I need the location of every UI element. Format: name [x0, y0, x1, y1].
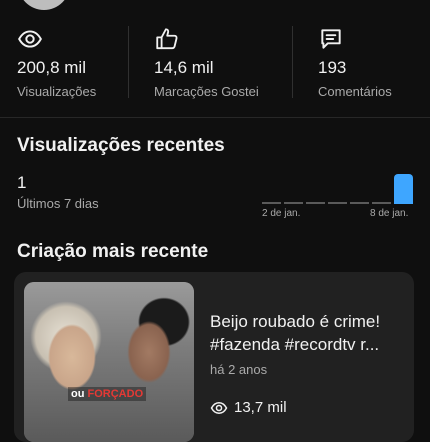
- views-value: 200,8 mil: [17, 58, 86, 77]
- recent-views-count: 1: [17, 173, 27, 192]
- recent-views-period: Últimos 7 dias: [17, 196, 99, 211]
- channel-avatar[interactable]: [18, 0, 70, 10]
- stat-likes: 14,6 mil Marcações Gostei: [154, 22, 292, 104]
- thumbnail-image: [24, 282, 194, 442]
- chart-bar: [262, 202, 281, 204]
- latest-creation-title: Criação mais recente: [17, 241, 209, 262]
- video-views-value: 13,7 mil: [234, 399, 287, 416]
- video-title-line: #fazenda #recordtv r...: [210, 335, 380, 354]
- chart-bar: [350, 202, 369, 204]
- channel-header: inscritos: [0, 0, 430, 10]
- eye-icon: [18, 30, 42, 48]
- stats-divider: [128, 26, 129, 98]
- chart-bar: [394, 174, 413, 204]
- recent-views-title: Visualizações recentes: [17, 135, 225, 156]
- chart-bar: [306, 202, 325, 204]
- chart-tick-label: 2 de jan.: [262, 208, 301, 219]
- thumbnail-caption: ou FORÇADO: [68, 387, 147, 401]
- chart-bar: [328, 202, 347, 204]
- video-title-line: Beijo roubado é crime!: [210, 312, 381, 331]
- comments-label: Comentários: [318, 84, 392, 99]
- likes-value: 14,6 mil: [154, 58, 214, 77]
- thumbnail-caption-word: FORÇADO: [87, 388, 144, 400]
- thumbnail-caption-word: ou: [71, 388, 85, 400]
- video-thumbnail[interactable]: ou FORÇADO: [24, 282, 194, 442]
- video-title[interactable]: Beijo roubado é crime! #fazenda #recordt…: [210, 310, 406, 356]
- latest-video-card[interactable]: ou FORÇADO Beijo roubado é crime! #fazen…: [14, 272, 414, 442]
- chart-tick-label: 8 de jan.: [370, 208, 409, 219]
- chart-bar: [284, 202, 303, 204]
- subscribers-label: inscritos: [88, 0, 139, 2]
- stats-divider: [292, 26, 293, 98]
- stats-row: 200,8 mil Visualizações 14,6 mil Marcaçõ…: [0, 22, 430, 104]
- stat-comments: 193 Comentários: [318, 22, 430, 104]
- comment-icon: [321, 29, 341, 49]
- recent-views-chart[interactable]: 2 de jan. 8 de jan.: [262, 168, 414, 223]
- comments-value: 193: [318, 58, 347, 77]
- video-age: há 2 anos: [210, 362, 268, 377]
- chart-bar: [372, 202, 391, 204]
- eye-icon: [210, 401, 228, 415]
- section-divider: [0, 117, 430, 118]
- views-label: Visualizações: [17, 84, 97, 99]
- stat-views: 200,8 mil Visualizações: [17, 22, 155, 104]
- likes-label: Marcações Gostei: [154, 84, 259, 99]
- thumbs-up-icon: [156, 28, 178, 50]
